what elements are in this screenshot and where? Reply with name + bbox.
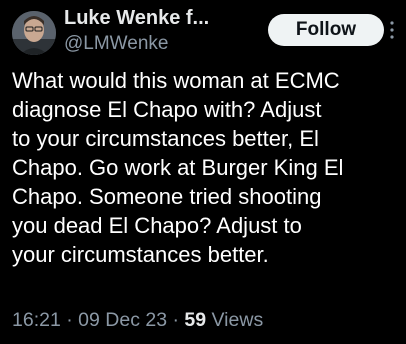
author-names: Luke Wenke f... @LMWenke [64,6,209,56]
meta-separator: · [167,309,185,331]
display-name[interactable]: Luke Wenke f... [64,6,209,30]
follow-button[interactable]: Follow [268,14,384,46]
handle[interactable]: @LMWenke [64,32,209,56]
views-count[interactable]: 59 [184,309,206,331]
avatar[interactable] [12,11,56,55]
views-label: Views [206,309,264,331]
tweet-time[interactable]: 16:21 [12,309,61,331]
tweet-date[interactable]: 09 Dec 23 [78,309,167,331]
meta-separator: · [60,309,79,331]
tweet-header: Luke Wenke f... @LMWenke Follow [12,4,400,56]
tweet-text: What would this woman at ECMC diagnose E… [12,68,344,267]
more-options-icon[interactable] [388,18,396,42]
tweet: Luke Wenke f... @LMWenke Follow What wou… [0,0,406,344]
tweet-meta: 16:21 · 09 Dec 23 · 59 Views [12,308,263,332]
